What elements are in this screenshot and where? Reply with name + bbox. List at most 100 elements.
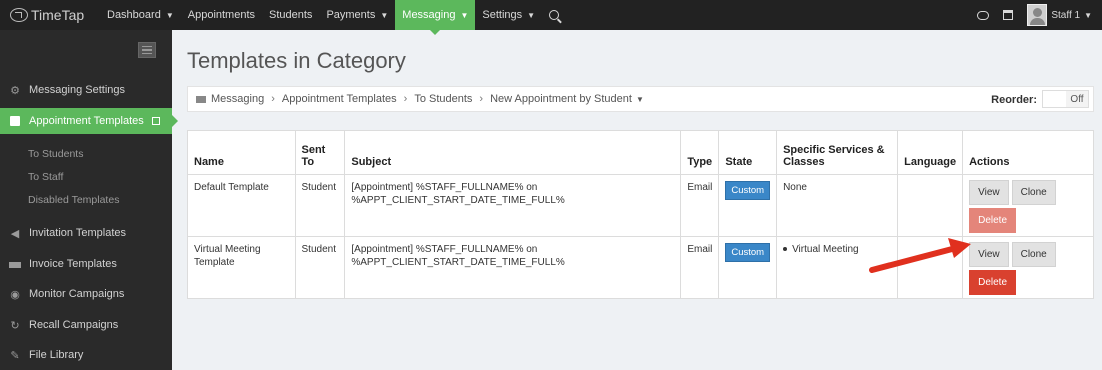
cell-subject: [Appointment] %STAFF_FULLNAME% on %APPT_C… xyxy=(344,174,682,237)
cell-language xyxy=(897,174,964,237)
name-line: Template xyxy=(194,257,235,268)
table-row: Default Template Student [Appointment] %… xyxy=(187,174,1094,237)
reorder-label: Reorder: xyxy=(991,94,1037,106)
header-text: Specific Services & xyxy=(783,144,885,156)
timetap-logo[interactable]: TimeTap xyxy=(0,0,100,30)
credit-card-icon xyxy=(8,258,22,270)
toggle-state: Off xyxy=(1066,91,1088,107)
delete-button[interactable]: Delete xyxy=(969,208,1017,233)
nav-label: Settings xyxy=(482,9,523,21)
eye-icon: ◉ xyxy=(10,288,20,301)
reorder-toggle[interactable]: Off xyxy=(1042,90,1089,108)
chevron-down-icon: ▼ xyxy=(165,10,174,20)
nav-settings[interactable]: Settings ▼ xyxy=(475,0,542,30)
subject-line: %APPT_CLIENT_START_DATE_TIME_FULL% xyxy=(351,257,565,268)
nav-messaging[interactable]: Messaging ▼ xyxy=(395,0,476,35)
sidebar-item-label: Invoice Templates xyxy=(29,258,117,270)
paperclip-icon: ✎ xyxy=(10,349,20,362)
megaphone-icon: ◀ xyxy=(10,227,20,240)
calendar-icon[interactable] xyxy=(1003,10,1014,20)
cell-name: Virtual Meeting Template xyxy=(187,236,296,299)
sidebar-item-messaging-settings[interactable]: ⚙ Messaging Settings xyxy=(0,79,172,101)
user-menu[interactable]: Staff 1 ▼ xyxy=(1027,4,1092,26)
sidebar-collapse-button[interactable] xyxy=(138,42,156,58)
chat-icon[interactable] xyxy=(977,10,990,20)
breadcrumb-to-students[interactable]: To Students xyxy=(414,93,472,105)
sidebar-sub-disabled-templates[interactable]: Disabled Templates xyxy=(28,194,119,206)
breadcrumb-appointment-templates[interactable]: Appointment Templates xyxy=(282,93,397,105)
delete-button[interactable]: Delete xyxy=(969,270,1017,295)
clone-button[interactable]: Clone xyxy=(1011,180,1056,205)
sidebar-sub-to-students[interactable]: To Students xyxy=(28,148,83,160)
view-button[interactable]: View xyxy=(969,242,1009,267)
toggle-knob xyxy=(1043,91,1066,107)
nav-payments[interactable]: Payments ▼ xyxy=(319,0,395,30)
cell-subject: [Appointment] %STAFF_FULLNAME% on %APPT_C… xyxy=(344,236,682,299)
cell-type: Email xyxy=(680,174,720,237)
main-nav: Dashboard ▼ Appointments Students Payment… xyxy=(100,0,566,35)
chevron-down-icon: ▼ xyxy=(380,10,389,20)
sidebar-item-invoice-templates[interactable]: Invoice Templates xyxy=(0,253,172,275)
nav-label: Messaging xyxy=(402,9,456,21)
nav-search[interactable] xyxy=(542,0,566,30)
sidebar-sub-to-staff[interactable]: To Staff xyxy=(28,171,63,183)
col-header-name: Name xyxy=(187,130,296,175)
user-name: Staff 1 xyxy=(1051,9,1081,21)
cell-actions: View Clone Delete xyxy=(962,236,1094,299)
page-title: Templates in Category xyxy=(187,48,406,73)
sidebar-item-label: Appointment Templates xyxy=(29,115,144,127)
cell-name: Default Template xyxy=(187,174,296,237)
subject-line: [Appointment] %STAFF_FULLNAME% on xyxy=(351,182,538,193)
status-badge: Custom xyxy=(725,181,771,200)
gears-icon: ⚙ xyxy=(10,84,20,97)
cell-sent-to: Student xyxy=(294,236,346,299)
subject-line: %APPT_CLIENT_START_DATE_TIME_FULL% xyxy=(351,195,565,206)
nav-students[interactable]: Students xyxy=(262,0,319,30)
cell-sent-to: Student xyxy=(294,174,346,237)
cell-state: Custom xyxy=(718,236,778,299)
chevron-right-icon: › xyxy=(403,93,408,105)
nav-label: Payments xyxy=(326,9,376,21)
breadcrumb-messaging[interactable]: Messaging xyxy=(211,93,264,105)
cell-type: Email xyxy=(680,236,720,299)
sidebar-item-file-library[interactable]: ✎ File Library xyxy=(0,344,172,366)
table-row: Virtual Meeting Template Student [Appoint… xyxy=(187,236,1094,299)
clone-button[interactable]: Clone xyxy=(1011,242,1056,267)
sidebar-item-label: File Library xyxy=(29,349,84,361)
sidebar-item-label: Invitation Templates xyxy=(29,227,127,239)
cell-services: Virtual Meeting xyxy=(776,236,899,299)
col-header-actions: Actions xyxy=(962,130,1094,175)
nav-label: Appointments xyxy=(187,9,256,21)
service-item: Virtual Meeting xyxy=(792,244,859,255)
nav-dashboard[interactable]: Dashboard ▼ xyxy=(100,0,181,30)
header-text: Classes xyxy=(783,156,825,168)
search-icon xyxy=(549,10,560,20)
sidebar-item-recall-campaigns[interactable]: ↻ Recall Campaigns xyxy=(0,314,172,336)
view-button[interactable]: View xyxy=(969,180,1009,205)
top-navbar: TimeTap Dashboard ▼ Appointments Students… xyxy=(0,0,1102,35)
status-badge: Custom xyxy=(725,243,771,262)
subject-line: [Appointment] %STAFF_FULLNAME% on xyxy=(351,244,538,255)
nav-label: Dashboard xyxy=(107,9,161,21)
col-header-sent-to: Sent To xyxy=(294,130,346,175)
col-header-type: Type xyxy=(680,130,720,175)
sidebar-item-monitor-campaigns[interactable]: ◉ Monitor Campaigns xyxy=(0,283,172,305)
chevron-down-icon: ▼ xyxy=(527,10,536,20)
col-header-state: State xyxy=(718,130,778,175)
sidebar-item-label: Messaging Settings xyxy=(29,84,125,96)
nav-label: Students xyxy=(269,9,313,21)
header-text: To xyxy=(301,156,315,168)
sidebar: ⚙ Messaging Settings Appointment Templat… xyxy=(0,30,178,370)
cell-state: Custom xyxy=(718,174,778,237)
col-header-language: Language xyxy=(897,130,964,175)
sidebar-item-label: Monitor Campaigns xyxy=(29,288,125,300)
sidebar-item-label: Recall Campaigns xyxy=(29,319,119,331)
templates-table: Name Sent To Subject Type State Specific … xyxy=(187,130,1094,299)
bullet-icon xyxy=(783,247,788,251)
sidebar-item-invitation-templates[interactable]: ◀ Invitation Templates xyxy=(0,222,172,244)
cell-services: None xyxy=(776,174,899,237)
nav-appointments[interactable]: Appointments xyxy=(181,0,262,30)
header-text: Sent xyxy=(301,144,326,156)
sidebar-item-appointment-templates[interactable]: Appointment Templates xyxy=(0,108,178,134)
breadcrumb-category-dropdown[interactable]: New Appointment by Student xyxy=(490,93,632,105)
